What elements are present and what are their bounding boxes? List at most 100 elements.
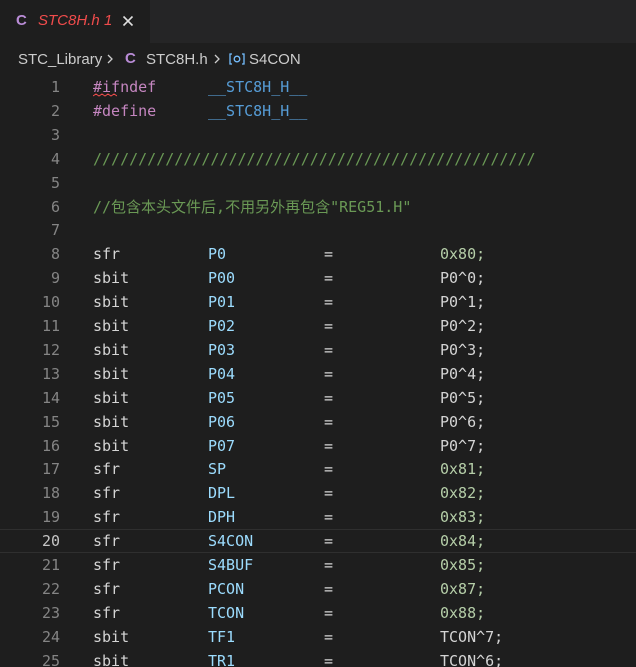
code-line[interactable]: 12 sbit P03 = P0^3; xyxy=(0,338,636,362)
chevron-right-icon xyxy=(214,54,220,64)
code-line[interactable]: 3 xyxy=(0,123,636,147)
assign-operator: = xyxy=(324,340,334,359)
line-number: 1 xyxy=(50,78,60,96)
line-number: 20 xyxy=(41,532,60,551)
assign-operator: = xyxy=(324,508,334,527)
code-line[interactable]: 2 #define __STC8H_H__ xyxy=(0,99,636,123)
register-name: P04 xyxy=(208,364,236,383)
line-number: 4 xyxy=(50,149,60,168)
code-line[interactable]: 22 sfr PCON = 0x87; xyxy=(0,577,636,601)
assign-operator: = xyxy=(324,317,334,335)
register-name: DPH xyxy=(208,508,236,527)
error-squiggle xyxy=(93,93,117,97)
code-line[interactable]: 4 ///////////////////////////////////////… xyxy=(0,147,636,171)
register-name: S4CON xyxy=(208,532,254,551)
code-editor[interactable]: C STC8H.h 1 STC_Library C STC8H.h S4CON … xyxy=(0,0,636,667)
keyword-type: sfr xyxy=(93,532,121,551)
code-line[interactable]: 14 sbit P05 = P0^5; xyxy=(0,386,636,410)
assign-operator: = xyxy=(324,245,334,264)
keyword-type: sfr xyxy=(93,460,121,479)
assign-operator: = xyxy=(324,388,334,407)
register-name: P05 xyxy=(208,388,236,407)
chevron-right-icon xyxy=(107,54,113,64)
line-number: 25 xyxy=(41,651,60,667)
code-line[interactable]: 1 #ifndef __STC8H_H__ xyxy=(0,75,636,99)
tab-title: STC8H.h xyxy=(38,12,100,29)
code-line[interactable]: 7 xyxy=(0,218,636,242)
code-line[interactable]: 23 sfr TCON = 0x88; xyxy=(0,601,636,625)
keyword-type: sbit xyxy=(93,627,130,646)
register-name: TCON xyxy=(208,603,245,622)
register-value: P0^6; xyxy=(440,412,486,431)
register-name: TF1 xyxy=(208,627,236,646)
assign-operator: = xyxy=(324,460,334,479)
line-number: 16 xyxy=(41,436,60,455)
register-name: P00 xyxy=(208,269,236,288)
code-line[interactable]: 20 sfr S4CON = 0x84; xyxy=(0,529,636,554)
code-line[interactable]: 15 sbit P06 = P0^6; xyxy=(0,410,636,434)
line-number: 24 xyxy=(41,627,60,646)
line-number: 5 xyxy=(50,173,60,192)
keyword-type: sfr xyxy=(93,603,121,622)
register-value: 0x87; xyxy=(440,579,486,598)
code-line[interactable]: 13 sbit P04 = P0^4; xyxy=(0,362,636,386)
line-number: 22 xyxy=(41,579,60,598)
line-number: 11 xyxy=(41,317,60,335)
line-number: 6 xyxy=(50,197,60,216)
code-line[interactable]: 17 sfr SP = 0x81; xyxy=(0,457,636,481)
code-line[interactable]: 16 sbit P07 = P0^7; xyxy=(0,434,636,458)
register-value: 0x82; xyxy=(440,484,486,503)
problem-count-badge: 1 xyxy=(104,12,113,29)
register-name: P06 xyxy=(208,412,236,431)
breadcrumb: STC_Library C STC8H.h S4CON xyxy=(0,43,636,75)
register-name: SP xyxy=(208,460,227,479)
assign-operator: = xyxy=(324,532,334,551)
keyword-type: sfr xyxy=(93,245,121,264)
breadcrumb-symbol[interactable]: S4CON xyxy=(249,51,301,68)
code-line[interactable]: 9 sbit P00 = P0^0; xyxy=(0,266,636,290)
register-name: S4BUF xyxy=(208,556,254,574)
keyword-type: sfr xyxy=(93,579,121,598)
code-line[interactable]: 5 xyxy=(0,171,636,195)
keyword-type: sbit xyxy=(93,364,130,383)
line-number: 9 xyxy=(50,269,60,288)
line-number: 17 xyxy=(41,460,60,479)
assign-operator: = xyxy=(324,412,334,431)
keyword-type: sbit xyxy=(93,388,130,407)
assign-operator: = xyxy=(324,436,334,455)
breadcrumb-file[interactable]: STC8H.h xyxy=(146,51,208,68)
register-value: P0^7; xyxy=(440,436,486,455)
code-comment: //包含本头文件后,不用另外再包含"REG51.H" xyxy=(93,197,412,216)
register-value: TCON^6; xyxy=(440,651,504,667)
keyword-type: sfr xyxy=(93,484,121,503)
code-line[interactable]: 19 sfr DPH = 0x83; xyxy=(0,505,636,529)
code-line[interactable]: 25 sbit TR1 = TCON^6; xyxy=(0,649,636,667)
code-line[interactable]: 8 sfr P0 = 0x80; xyxy=(0,242,636,266)
c-file-icon: C xyxy=(16,12,27,29)
code-area[interactable]: 1 #ifndef __STC8H_H__ 2 #define __STC8H_H__ 3 4… xyxy=(0,75,636,667)
line-number: 15 xyxy=(41,412,60,431)
line-number: 19 xyxy=(41,508,60,527)
code-line[interactable]: 18 sfr DPL = 0x82; xyxy=(0,481,636,505)
code-line[interactable]: 24 sbit TF1 = TCON^7; xyxy=(0,625,636,649)
assign-operator: = xyxy=(324,556,334,574)
line-number: 14 xyxy=(41,388,60,407)
keyword-type: sfr xyxy=(93,508,121,527)
close-icon[interactable] xyxy=(120,13,136,29)
register-value: 0x85; xyxy=(440,556,486,574)
code-line[interactable]: 6 //包含本头文件后,不用另外再包含"REG51.H" xyxy=(0,195,636,219)
line-number: 13 xyxy=(41,364,60,383)
breadcrumb-folder[interactable]: STC_Library xyxy=(18,51,102,68)
register-name: P01 xyxy=(208,293,236,312)
macro-name: __STC8H_H__ xyxy=(208,101,308,120)
keyword-type: sfr xyxy=(93,556,121,574)
register-name: TR1 xyxy=(208,651,236,667)
register-value: 0x81; xyxy=(440,460,486,479)
assign-operator: = xyxy=(324,603,334,622)
code-line[interactable]: 10 sbit P01 = P0^1; xyxy=(0,290,636,314)
tab-stc8h[interactable]: C STC8H.h 1 xyxy=(0,0,150,43)
code-line[interactable]: 21 sfr S4BUF = 0x85; xyxy=(0,553,636,577)
line-number: 8 xyxy=(50,245,60,264)
line-number: 18 xyxy=(41,484,60,503)
code-line[interactable]: 11 sbit P02 = P0^2; xyxy=(0,314,636,338)
